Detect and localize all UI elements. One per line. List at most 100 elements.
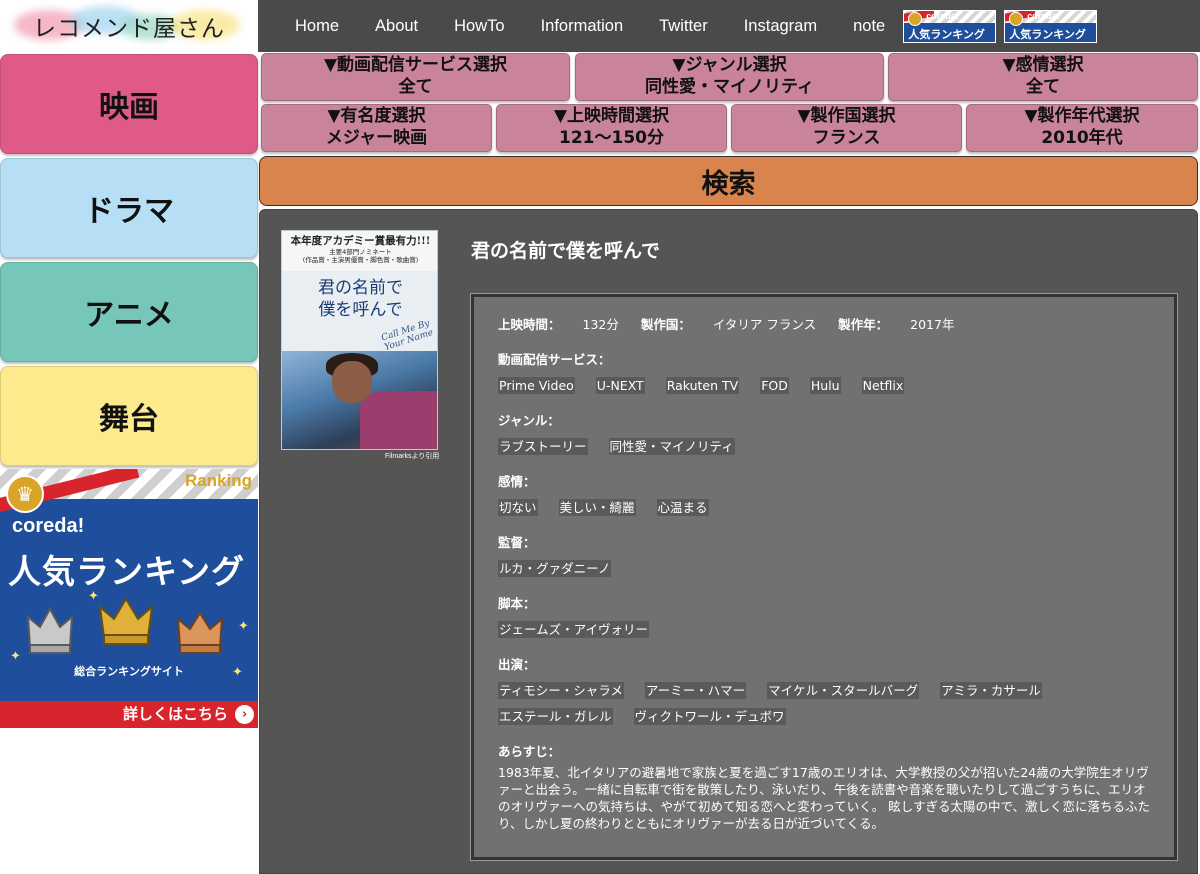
nav-home[interactable]: Home (295, 17, 339, 36)
country-label: 製作国： (640, 317, 691, 332)
cast-tag[interactable]: ヴィクトワール・デュボワ (633, 708, 786, 725)
coreda-ranking-mini-banner[interactable]: coreda! 人気ランキング (1004, 9, 1098, 43)
cast-tag[interactable]: マイケル・スタールバーグ (767, 682, 920, 699)
crown-icon (1009, 11, 1024, 26)
cast-tag[interactable]: ティモシー・シャラメ (498, 682, 624, 699)
sidebar-item-stage[interactable]: 舞台 (0, 366, 258, 466)
banner-brand: coreda! (1027, 10, 1060, 21)
cast-tags: ティモシー・シャラメ アーミー・ハマー マイケル・スタールバーグ アミラ・カサー… (498, 682, 1158, 734)
country-value: イタリア フランス (712, 317, 817, 332)
year-label: 製作年： (838, 317, 889, 332)
filter-value: 同性愛・マイノリティ (645, 77, 814, 97)
streaming-tag[interactable]: U-NEXT (595, 377, 645, 394)
emotion-tag[interactable]: 美しい・綺麗 (558, 499, 636, 516)
genre-tag[interactable]: 同性愛・マイノリティ (608, 438, 735, 455)
filter-label: ▼動画配信サービス選択 (323, 55, 508, 75)
cast-tag[interactable]: アーミー・ハマー (644, 682, 747, 699)
emotion-tag[interactable]: 切ない (498, 499, 538, 516)
poster-text: 主要4部門ノミネート (329, 248, 392, 256)
filter-value: フランス (812, 128, 881, 148)
filter-country[interactable]: ▼製作国選択 フランス (731, 104, 962, 152)
poster-title: 君の名前で 僕を呼んで (282, 277, 437, 321)
poster-text: (作品賞・主演男優賞・脚色賞・歌曲賞) (302, 256, 419, 264)
genre-tags: ラブストーリー 同性愛・マイノリティ (498, 438, 1150, 464)
poster-title-line: 君の名前で (318, 278, 403, 298)
writer-tags: ジェームズ・アイヴォリー (498, 621, 1150, 647)
top-navigation: Home About HowTo Information Twitter Ins… (258, 0, 1200, 52)
genre-tag[interactable]: ラブストーリー (498, 438, 588, 455)
nav-instagram[interactable]: Instagram (744, 17, 817, 36)
sidebar-item-anime[interactable]: アニメ (0, 262, 258, 362)
filter-label: ▼製作年代選択 (1024, 106, 1140, 126)
nav-information[interactable]: Information (541, 17, 624, 36)
bronze-crown-icon (176, 611, 224, 654)
poster-title-line: 僕を呼んで (318, 300, 403, 320)
banner-title: 人気ランキング (908, 27, 985, 41)
synopsis-text: 1983年夏、北イタリアの避暑地で家族と夏を過ごす17歳のエリオは、大学教授の父… (498, 765, 1150, 831)
cast-tag[interactable]: エステール・ガレル (498, 708, 613, 725)
filter-runtime[interactable]: ▼上映時間選択 121〜150分 (496, 104, 727, 152)
writer-label: 脚本： (498, 596, 536, 611)
filter-emotion[interactable]: ▼感情選択 全て (888, 53, 1198, 101)
filter-label: ▼有名度選択 (327, 106, 426, 126)
logo-text: レコメンド屋さん (33, 16, 225, 42)
filter-value: 全て (398, 77, 433, 97)
result-panel: 本年度アカデミー賞最有力!!! 主要4部門ノミネート (作品賞・主演男優賞・脚色… (259, 209, 1198, 874)
runtime-value: 132分 (582, 317, 619, 332)
site-logo[interactable]: レコメンド屋さん (0, 0, 258, 52)
director-tag[interactable]: ルカ・グァダニーノ (498, 560, 612, 577)
filter-value: 2010年代 (1041, 128, 1123, 148)
coreda-ranking-banner[interactable]: ♛ Ranking coreda! 人気ランキング ✦ ✦ ✦ ✦ 総合ランキン… (0, 469, 258, 728)
sidebar-item-movie[interactable]: 映画 (0, 54, 258, 154)
filter-decade[interactable]: ▼製作年代選択 2010年代 (966, 104, 1198, 152)
filter-genre[interactable]: ▼ジャンル選択 同性愛・マイノリティ (575, 53, 884, 101)
silver-crown-icon (26, 606, 74, 654)
gold-crown-icon (98, 597, 154, 645)
coreda-ranking-mini-banner[interactable]: coreda! 人気ランキング (903, 9, 997, 43)
year-value: 2017年 (910, 317, 955, 332)
streaming-tag[interactable]: FOD (760, 377, 789, 394)
filter-label: ▼製作国選択 (797, 106, 896, 126)
poster-text: 本年度アカデミー賞最有力!!! (290, 235, 431, 247)
movie-meta: 上映時間： 132分 製作国： イタリア フランス 製作年： 2017年 (498, 314, 1150, 333)
chevron-right-icon: › (235, 705, 254, 724)
banner-more-link[interactable]: 詳しくはこちら (0, 701, 258, 728)
cast-tag[interactable]: アミラ・カサール (940, 682, 1042, 699)
cast-label: 出演： (498, 657, 536, 672)
star-icon: ✦ (238, 619, 249, 634)
streaming-tag[interactable]: Netflix (861, 377, 905, 394)
sidebar-item-drama[interactable]: ドラマ (0, 158, 258, 258)
banner-ranking-label: Ranking (184, 471, 252, 490)
crown-icon: ♛ (6, 475, 44, 513)
synopsis-label: あらすじ： (498, 744, 561, 759)
filter-label: ▼感情選択 (1002, 55, 1084, 75)
filter-streaming[interactable]: ▼動画配信サービス選択 全て (261, 53, 570, 101)
star-icon: ✦ (10, 649, 21, 664)
banner-brand: coreda! (12, 515, 85, 537)
movie-info-box: 上映時間： 132分 製作国： イタリア フランス 製作年： 2017年 動画配… (470, 293, 1178, 861)
streaming-tag[interactable]: Prime Video (498, 377, 575, 394)
director-label: 監督： (498, 535, 536, 550)
nav-about[interactable]: About (375, 17, 418, 36)
streaming-tag[interactable]: Hulu (809, 377, 841, 394)
search-button[interactable]: 検索 (259, 156, 1198, 206)
writer-tag[interactable]: ジェームズ・アイヴォリー (498, 621, 650, 638)
banner-title: 人気ランキング (8, 552, 246, 591)
filter-popularity[interactable]: ▼有名度選択 メジャー映画 (261, 104, 492, 152)
poster-subtitle: Call Me By Your Name (380, 318, 435, 354)
nav-howto[interactable]: HowTo (454, 17, 504, 36)
movie-title: 君の名前で僕を呼んで (471, 240, 661, 262)
emotion-tags: 切ない 美しい・綺麗 心温まる (498, 499, 1150, 525)
emotion-tag[interactable]: 心温まる (656, 499, 709, 516)
banner-title: 人気ランキング (1009, 27, 1086, 41)
poster-credit: Filmarksより引用 (385, 453, 440, 460)
filter-value: 全て (1026, 77, 1060, 97)
filter-value: 121〜150分 (559, 128, 664, 148)
streaming-tag[interactable]: Rakuten TV (665, 377, 740, 394)
star-icon: ✦ (88, 589, 99, 604)
poster-photo-shirt (360, 391, 437, 449)
nav-note[interactable]: note (853, 17, 885, 36)
nav-twitter[interactable]: Twitter (659, 17, 708, 36)
movie-poster[interactable]: 本年度アカデミー賞最有力!!! 主要4部門ノミネート (作品賞・主演男優賞・脚色… (281, 230, 438, 450)
streaming-tags: Prime Video U-NEXT Rakuten TV FOD Hulu N… (498, 377, 1150, 403)
